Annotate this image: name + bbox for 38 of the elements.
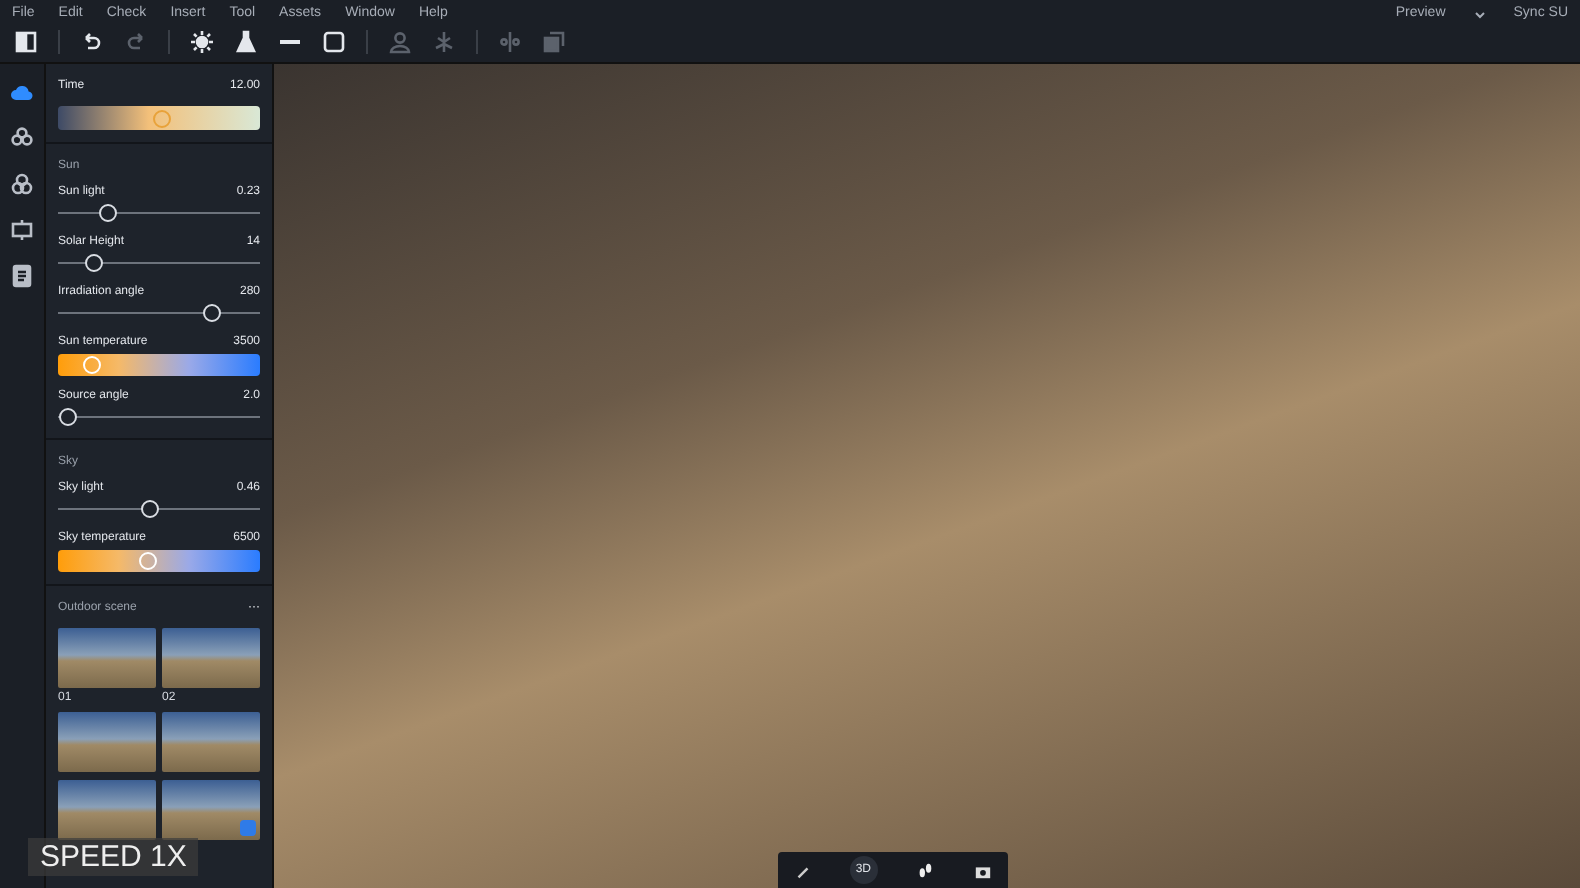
slider-thumb[interactable]	[152, 109, 170, 127]
slider-thumb[interactable]	[59, 408, 78, 426]
scene-thumbnail[interactable]	[58, 780, 156, 840]
slider-thumb[interactable]	[99, 204, 118, 222]
mirror-icon	[498, 29, 522, 53]
slider-thumb[interactable]	[202, 304, 221, 322]
frame-icon	[322, 29, 346, 53]
check-icon	[240, 820, 256, 836]
chevron-down-icon	[1473, 10, 1486, 20]
cloud-icon	[10, 80, 34, 104]
camera-icon	[974, 861, 993, 879]
sidebar-tab[interactable]	[6, 168, 38, 200]
undo-icon	[80, 29, 104, 53]
slider-thumb[interactable]	[141, 500, 160, 518]
tree-icon	[432, 29, 456, 53]
sun-icon	[190, 29, 214, 53]
flask-icon	[234, 29, 258, 53]
flower-icon	[10, 126, 34, 150]
camera-icon	[10, 218, 34, 242]
scene-thumbnail[interactable]	[162, 628, 260, 688]
temperature-slider[interactable]	[58, 550, 260, 572]
scene-thumbnail[interactable]	[58, 628, 156, 688]
clover-icon	[10, 172, 34, 196]
scene-thumbnail[interactable]	[162, 712, 260, 772]
sidebar-tab[interactable]	[6, 214, 38, 246]
temperature-slider[interactable]	[58, 354, 260, 376]
scene-thumbnail[interactable]	[58, 712, 156, 772]
document-icon	[10, 264, 34, 288]
speed-label: SPEED 1X	[28, 838, 199, 876]
slider-thumb[interactable]	[85, 254, 104, 272]
copy-icon	[542, 29, 566, 53]
footprint-icon	[915, 861, 934, 879]
pen-icon	[793, 861, 811, 879]
panel-icon	[14, 29, 38, 53]
time-slider[interactable]	[58, 106, 260, 130]
person-icon	[388, 29, 412, 53]
redo-icon	[124, 29, 148, 53]
scene-thumbnail[interactable]	[162, 780, 260, 840]
